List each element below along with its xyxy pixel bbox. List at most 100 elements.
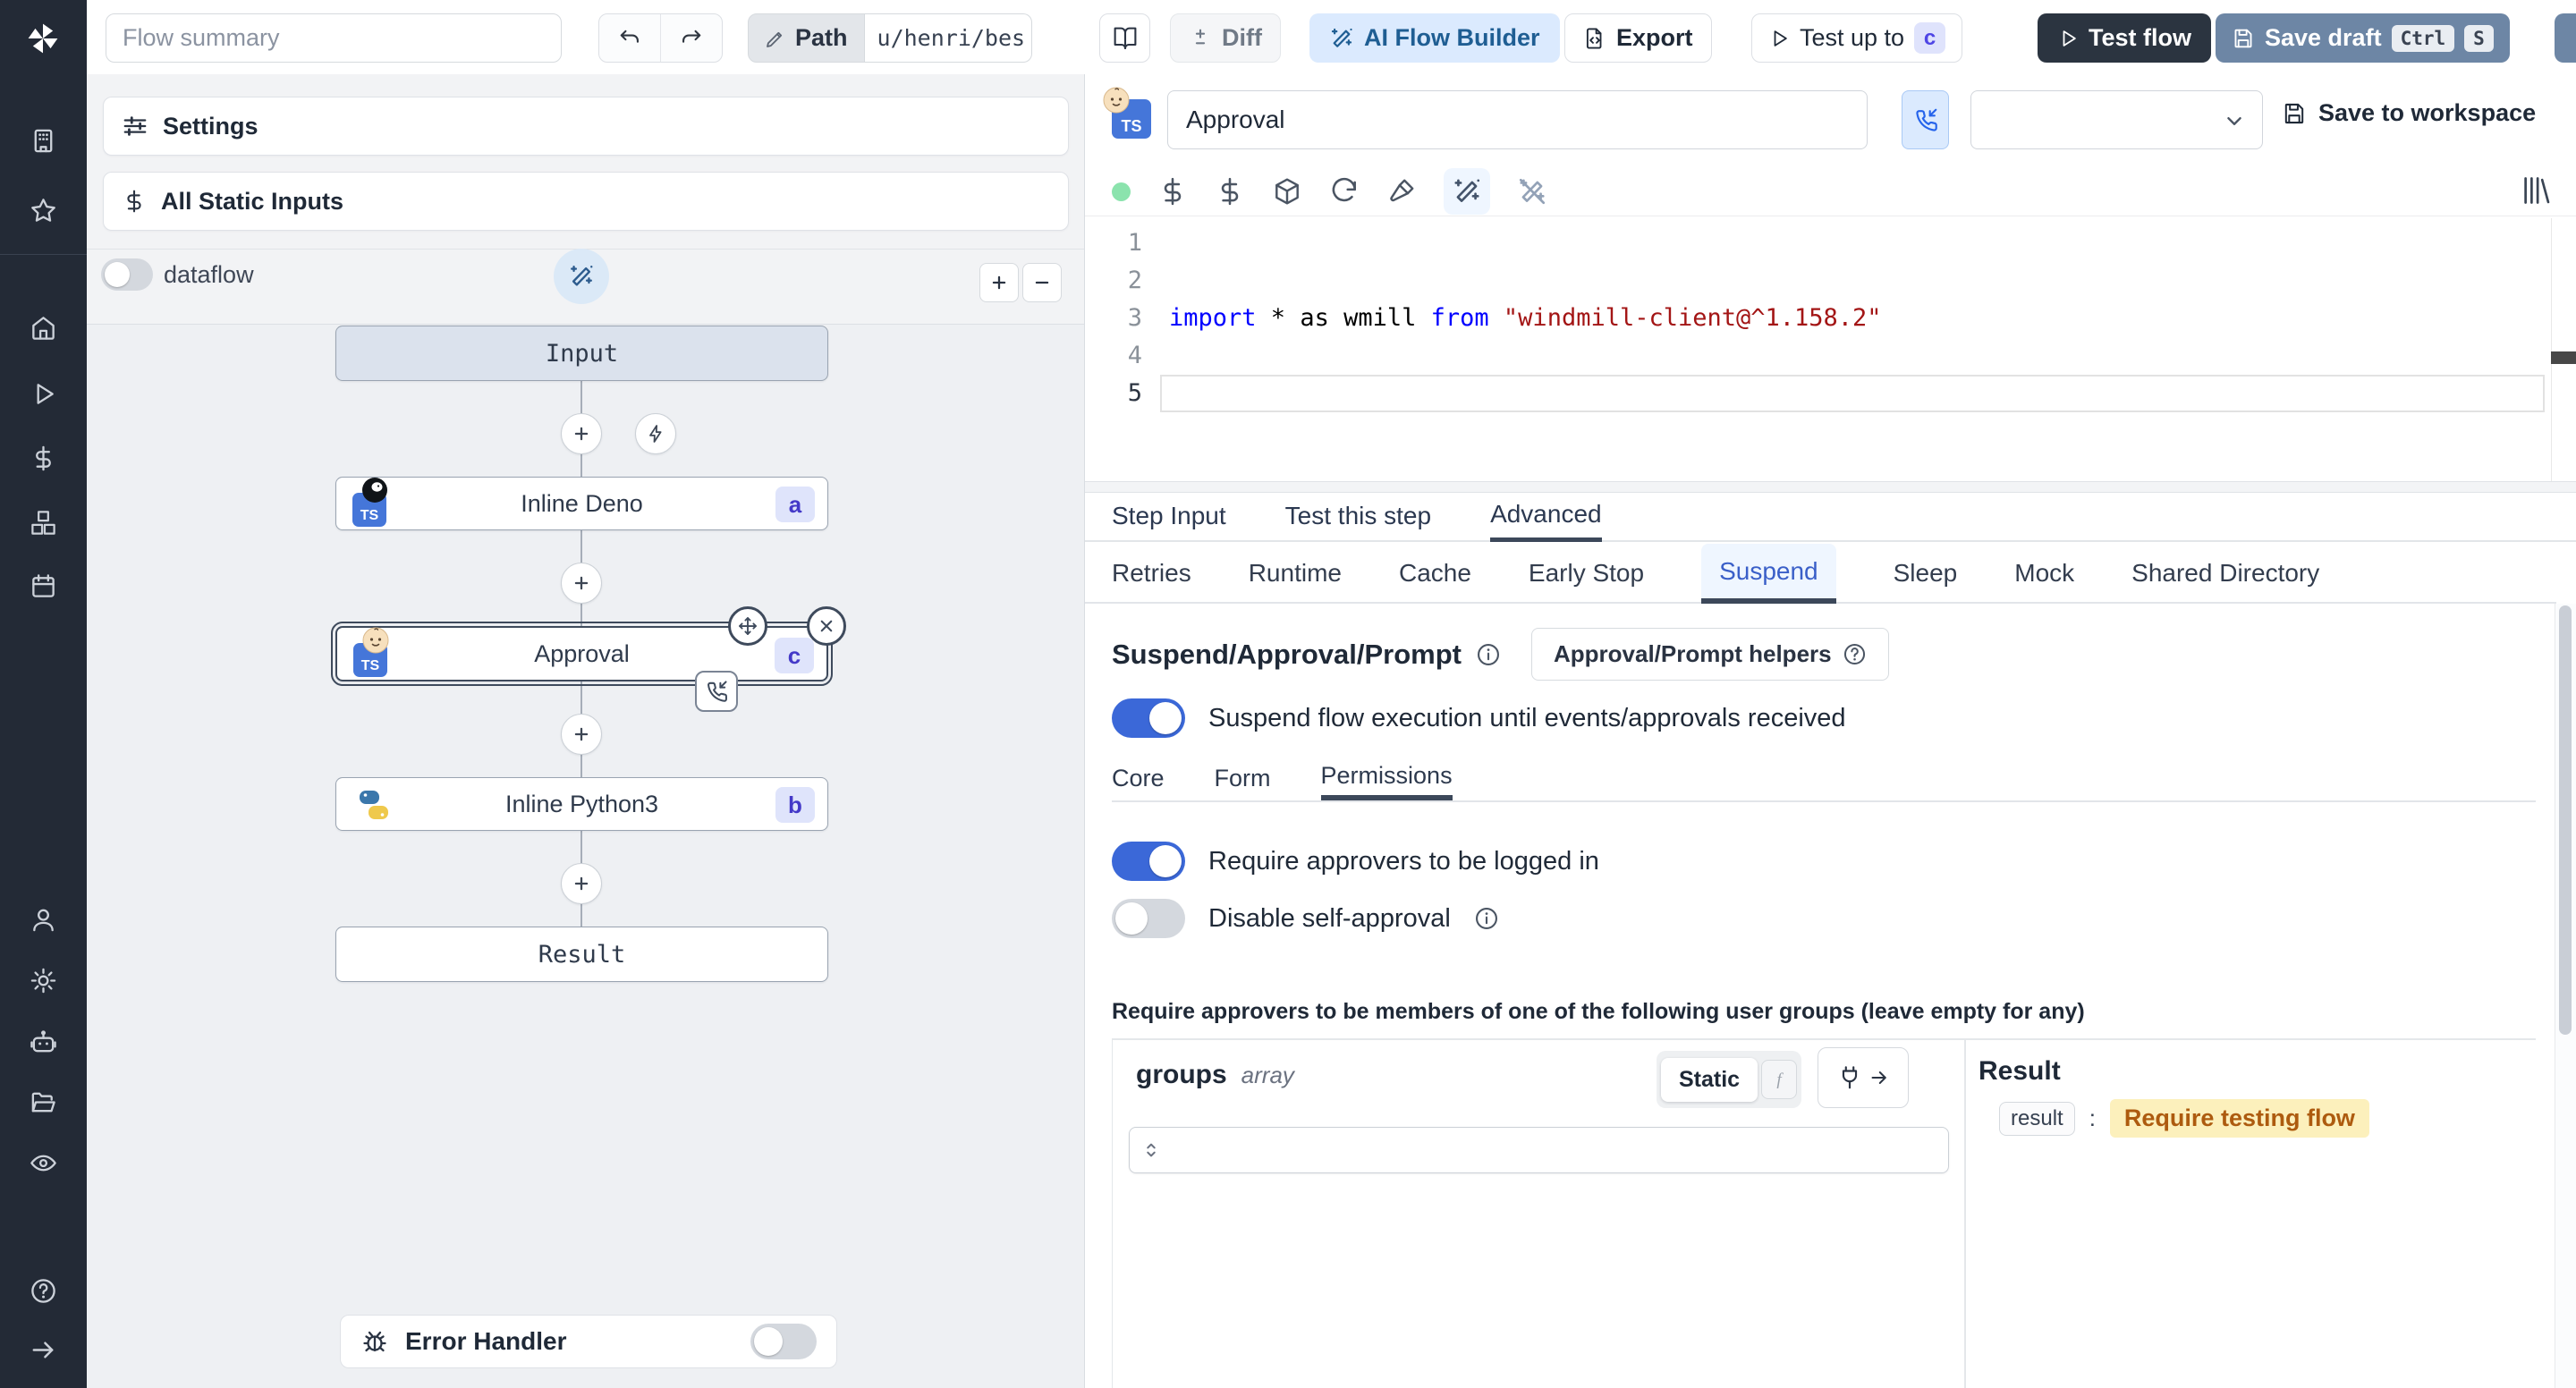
connect-input-button[interactable] <box>1818 1047 1909 1108</box>
add-step-button[interactable] <box>561 563 602 604</box>
test-flow-button[interactable]: Test flow <box>2038 13 2212 63</box>
editor-code[interactable]: import * as wmill from "windmill-client@… <box>1169 224 2541 481</box>
package-icon[interactable] <box>1272 176 1302 207</box>
top-toolbar: Path u/henri/bes Diff AI Flow Builder Ex… <box>87 0 2576 75</box>
function-icon <box>1767 1067 1792 1092</box>
add-step-button[interactable] <box>561 714 602 755</box>
save-draft-button[interactable]: Save draft Ctrl S <box>2216 13 2510 63</box>
schedules-calendar-icon[interactable] <box>30 572 57 600</box>
plus-icon <box>570 723 593 746</box>
code-editor[interactable]: 1 2 3 4 5 import * as wmill from "windmi… <box>1085 218 2576 481</box>
ai-assistant-button[interactable] <box>1444 168 1490 215</box>
workspace-icon[interactable] <box>30 127 57 155</box>
deploy-button-partial[interactable] <box>2555 13 2576 63</box>
all-static-inputs-card[interactable]: All Static Inputs <box>103 172 1069 231</box>
users-icon[interactable] <box>30 906 57 934</box>
tab-early-stop[interactable]: Early Stop <box>1529 544 1644 602</box>
workspace-script-dropdown[interactable] <box>1970 90 2263 149</box>
audit-eye-icon[interactable] <box>30 1149 57 1177</box>
groups-array-input[interactable] <box>1129 1127 1949 1173</box>
folders-icon[interactable] <box>30 1088 57 1116</box>
tab-test-this-step[interactable]: Test this step <box>1285 491 1431 540</box>
redo-button[interactable] <box>661 13 722 63</box>
flow-settings-card[interactable]: Settings <box>103 97 1069 156</box>
zoom-out-button[interactable] <box>1022 263 1062 302</box>
expression-mode-button[interactable] <box>1761 1060 1798 1099</box>
require-login-toggle[interactable] <box>1112 842 1185 881</box>
ai-flow-builder-button[interactable]: AI Flow Builder <box>1309 13 1560 63</box>
add-step-button[interactable] <box>561 413 602 454</box>
ai-graph-wand-button[interactable] <box>554 249 609 304</box>
export-button[interactable]: Export <box>1564 13 1712 63</box>
suspend-flow-toggle[interactable] <box>1112 698 1185 738</box>
save-to-workspace-button[interactable]: Save to workspace <box>2282 99 2536 127</box>
tab-step-input[interactable]: Step Input <box>1112 491 1226 540</box>
tab-core[interactable]: Core <box>1112 756 1165 800</box>
tab-advanced[interactable]: Advanced <box>1490 491 1602 542</box>
tab-cache[interactable]: Cache <box>1399 544 1471 602</box>
node-inline-deno[interactable]: TS Inline Deno a <box>335 477 828 530</box>
tab-form[interactable]: Form <box>1215 756 1271 800</box>
add-step-button[interactable] <box>561 863 602 904</box>
move-step-button[interactable] <box>728 606 767 646</box>
info-icon[interactable] <box>1474 906 1499 931</box>
path-value[interactable]: u/henri/bes <box>864 13 1032 63</box>
flow-summary-input[interactable] <box>106 13 562 63</box>
zoom-in-button[interactable] <box>979 263 1019 302</box>
variables-dollar-icon[interactable] <box>30 444 57 472</box>
test-up-to-button[interactable]: Test up to c <box>1751 13 1963 63</box>
tab-sleep[interactable]: Sleep <box>1894 544 1958 602</box>
scrollbar-thumb[interactable] <box>2559 605 2572 1035</box>
variables-dollar-icon[interactable] <box>1157 176 1188 207</box>
workers-bot-icon[interactable] <box>30 1028 57 1056</box>
tab-permissions[interactable]: Permissions <box>1320 756 1453 800</box>
runs-play-icon[interactable] <box>30 380 57 408</box>
windmill-flow-editor: Path u/henri/bes Diff AI Flow Builder Ex… <box>0 0 2576 1388</box>
home-icon[interactable] <box>30 314 57 342</box>
disable-self-approval-toggle[interactable] <box>1112 899 1185 938</box>
dataflow-toggle[interactable] <box>101 258 153 291</box>
step-name-input[interactable] <box>1167 90 1868 149</box>
ai-off-wand-icon[interactable] <box>1517 176 1547 207</box>
add-trigger-button[interactable] <box>635 413 676 454</box>
library-icon[interactable] <box>2521 174 2553 207</box>
tab-mock[interactable]: Mock <box>2014 544 2074 602</box>
resources-boxes-icon[interactable] <box>30 509 57 537</box>
tab-retries[interactable]: Retries <box>1112 544 1191 602</box>
wand-sparkles-icon <box>568 263 595 290</box>
tab-suspend[interactable]: Suspend <box>1701 544 1836 604</box>
approval-prompt-helpers-button[interactable]: Approval/Prompt helpers <box>1530 628 1889 681</box>
error-handler-card[interactable]: Error Handler <box>340 1315 837 1368</box>
docs-button[interactable] <box>1099 13 1150 63</box>
file-code-icon <box>1583 27 1606 50</box>
node-inline-python3[interactable]: Inline Python3 b <box>335 777 828 831</box>
suspend-phone-button[interactable] <box>1902 90 1949 149</box>
undo-button[interactable] <box>599 13 660 63</box>
diff-button[interactable]: Diff <box>1170 13 1281 63</box>
help-icon[interactable] <box>30 1277 57 1305</box>
step-detail-panel: TS Save to workspace <box>1084 74 2576 1388</box>
resources-dollar-icon[interactable] <box>1215 176 1245 207</box>
reset-rotate-icon[interactable] <box>1329 176 1360 207</box>
step-tabs: Step Input Test this step Advanced <box>1085 491 2576 542</box>
panel-scrollbar[interactable] <box>2555 604 2576 1388</box>
delete-step-button[interactable] <box>807 606 846 646</box>
node-approval-selected[interactable]: TS Approval c <box>331 606 846 712</box>
info-icon[interactable] <box>1476 642 1501 667</box>
tab-shared-directory[interactable]: Shared Directory <box>2131 544 2319 602</box>
settings-gear-icon[interactable] <box>30 967 57 994</box>
error-handler-toggle[interactable] <box>750 1324 817 1359</box>
expand-sidebar-arrow-icon[interactable] <box>30 1336 57 1364</box>
tab-runtime[interactable]: Runtime <box>1249 544 1342 602</box>
node-input[interactable]: Input <box>335 326 828 381</box>
edit-path-button[interactable]: Path <box>748 13 865 63</box>
phone-incoming-icon <box>704 679 729 704</box>
test-up-to-label: Test up to <box>1800 24 1905 51</box>
static-mode-button[interactable]: Static <box>1661 1057 1758 1102</box>
favorites-star-icon[interactable] <box>30 197 57 224</box>
format-paintbrush-icon[interactable] <box>1386 176 1417 207</box>
ai-flow-builder-label: AI Flow Builder <box>1364 24 1540 51</box>
node-result[interactable]: Result <box>335 927 828 982</box>
diff-icon <box>1189 27 1212 50</box>
step-id-badge: b <box>775 787 815 823</box>
